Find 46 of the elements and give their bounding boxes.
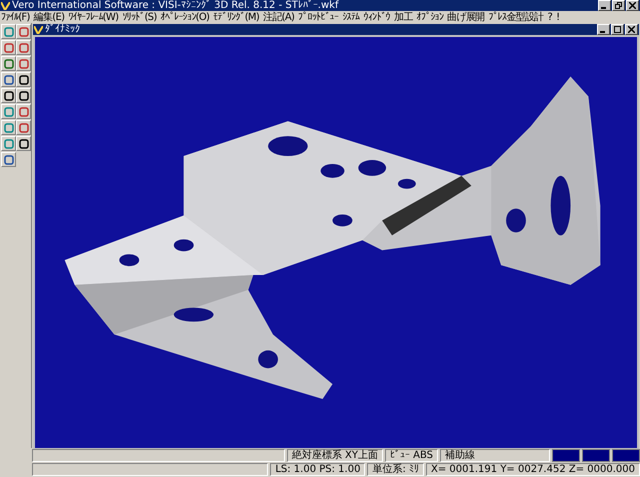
toolbar-button[interactable]	[1, 56, 16, 71]
menu-item[interactable]: ﾜｲﾔｰﾌﾚｰﾑ(W)	[68, 12, 118, 22]
menu-item[interactable]: 加工	[394, 12, 413, 22]
status-text: 絶対座標系 XY上面	[286, 449, 383, 462]
menu-item[interactable]: ?	[548, 12, 552, 22]
maximize-button[interactable]	[611, 24, 624, 35]
minimize-button[interactable]	[598, 0, 611, 11]
status-text: LS: 1.00 PS: 1.00	[270, 463, 366, 476]
document-title: ﾀﾞｲﾅﾐｯｸ	[45, 24, 80, 35]
restore-button[interactable]	[612, 0, 625, 11]
status-text: 補助線	[440, 449, 550, 462]
document-logo-icon	[34, 26, 43, 34]
close-icon	[628, 26, 635, 33]
menu-item[interactable]: ｵﾌﾟｼｮﾝ	[416, 12, 444, 22]
menu-item[interactable]: ｼｽﾃﾑ	[342, 12, 360, 22]
toolbar-button[interactable]	[1, 152, 16, 167]
close-icon	[629, 2, 636, 9]
status-text: 単位系: ﾐﾘ	[367, 463, 424, 476]
toolbar-button[interactable]	[16, 136, 31, 151]
menu-item[interactable]: ﾌﾟﾛｯﾄﾋﾞｭｰ	[298, 12, 338, 22]
close-button[interactable]	[625, 24, 638, 35]
toolbar-button[interactable]	[16, 72, 31, 87]
menu-item[interactable]: ｿﾘｯﾄﾞ(S)	[122, 12, 157, 22]
status-indicator	[582, 449, 610, 462]
menu-item[interactable]: 編集(E)	[34, 12, 64, 22]
status-indicator	[612, 449, 640, 462]
restore-icon	[615, 2, 622, 9]
minimize-button[interactable]	[597, 24, 610, 35]
window-title: Vero International Software : VISI-ﾏｼﾆﾝｸﾞ 3D Rel. 8.12 - STﾚﾊﾞｰ.wkf	[12, 0, 338, 11]
status-indicator	[552, 449, 580, 462]
menu-item[interactable]: ｵﾍﾟﾚｰｼｮﾝ(O)	[160, 12, 210, 22]
menu-item[interactable]: ﾓﾃﾞﾘﾝｸﾞ(M)	[213, 12, 260, 22]
menu-item[interactable]: !	[556, 12, 560, 22]
app-logo-icon	[1, 2, 10, 10]
maximize-icon	[614, 26, 621, 33]
menu-item[interactable]: ﾌﾟﾚｽ金型設計	[488, 12, 544, 22]
status-text: X= 0001.191 Y= 0027.452 Z= 0000.000	[426, 463, 640, 476]
close-button[interactable]	[626, 0, 639, 11]
toolbar-button[interactable]	[1, 88, 16, 103]
status-text: ﾋﾞｭｰ ABS	[384, 449, 438, 462]
toolbar-button[interactable]	[16, 88, 31, 103]
menu-item[interactable]: 注記(A)	[263, 12, 294, 22]
toolbar-button[interactable]	[1, 72, 16, 87]
menu-item[interactable]: 曲げ展開	[447, 12, 484, 22]
menu-item[interactable]: ｳｨﾝﾄﾞｳ	[364, 12, 390, 22]
menu-item[interactable]: ﾌｧｲﾙ(F)	[1, 12, 30, 22]
